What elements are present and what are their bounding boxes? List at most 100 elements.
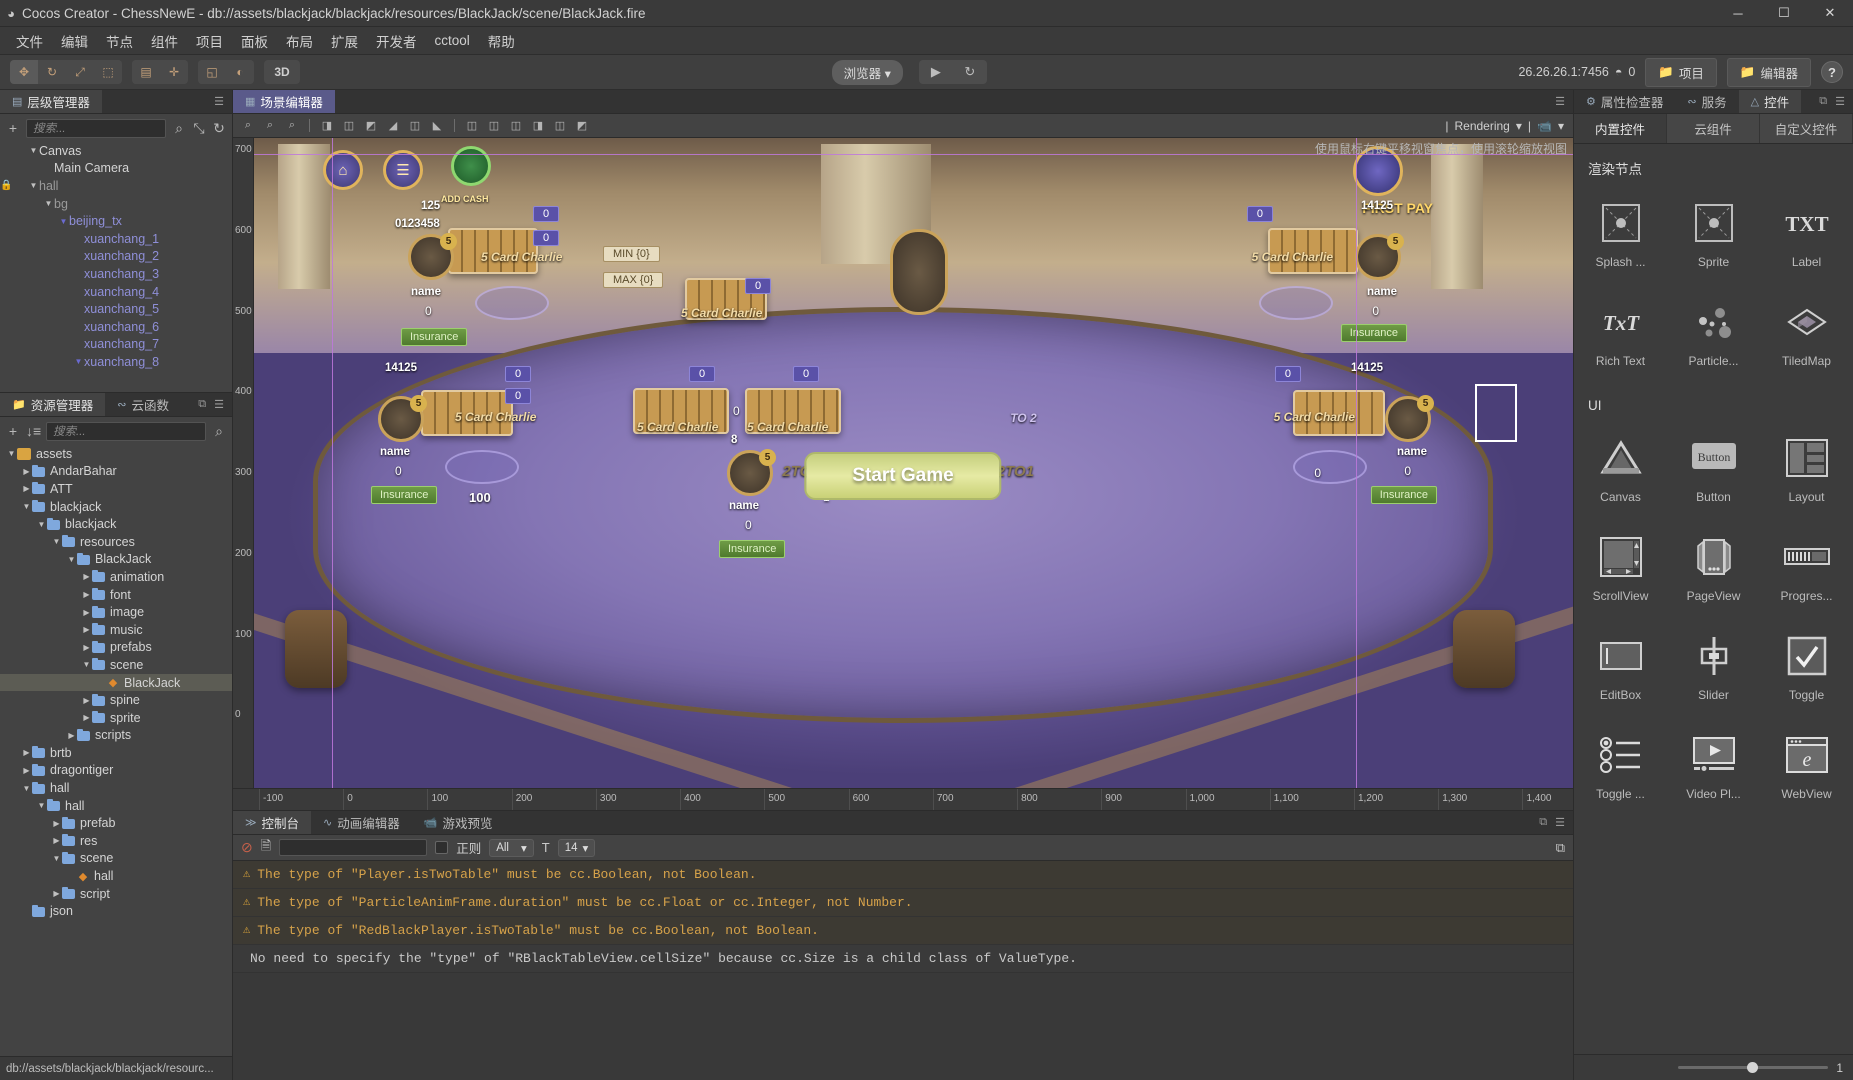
twisty-down-icon[interactable]: ▼ [51, 854, 62, 863]
tab-services[interactable]: ∾ 服务 [1675, 90, 1738, 113]
twisty-right-icon[interactable]: ▶ [81, 696, 92, 705]
widget-item-tiledmap[interactable]: TiledMap [1760, 285, 1853, 384]
widget-item-pageview[interactable]: PageView [1667, 520, 1760, 619]
widget-item-editbox[interactable]: EditBox [1574, 619, 1667, 718]
twisty-right-icon[interactable]: ▶ [81, 590, 92, 599]
assets-panel-menu[interactable]: ⧉ ☰ [190, 393, 232, 416]
twisty-down-icon[interactable]: ▼ [51, 537, 62, 546]
twisty-right-icon[interactable]: ▶ [21, 748, 32, 757]
asset-node-resources[interactable]: ▼resources [0, 533, 232, 551]
asset-node-animation[interactable]: ▶animation [0, 568, 232, 586]
selected-node-outline[interactable] [1475, 384, 1517, 442]
scene-viewport[interactable]: ⌂ ☰ ADD CASH FIRST PAY MIN {0} MAX {0} B… [233, 138, 1573, 810]
zoom-in-icon[interactable]: ⌕ [238, 117, 258, 135]
sync-icon[interactable]: ↻ [212, 120, 226, 137]
twisty-down-icon[interactable]: ▼ [36, 520, 47, 529]
size-wh-icon[interactable]: ◩ [572, 117, 592, 135]
copy-icon[interactable]: ⧉ [198, 398, 206, 411]
maximize-button[interactable]: ☐ [1761, 0, 1807, 27]
rotate-tool-icon[interactable]: ↻ [38, 60, 66, 84]
subtab-builtin-widgets[interactable]: 内置控件 [1574, 114, 1667, 143]
twisty-down-icon[interactable]: ▼ [58, 217, 69, 226]
log-level-select[interactable]: All ▾ [489, 839, 534, 857]
widget-palette[interactable]: 渲染节点Splash ...SpriteTXTLabelTxTRich Text… [1574, 144, 1853, 1054]
bet-spot-upper-right[interactable] [1259, 286, 1333, 320]
menu-project[interactable]: 项目 [187, 28, 232, 54]
twisty-right-icon[interactable]: ▶ [21, 467, 32, 476]
play-button[interactable]: ▶ [919, 60, 953, 84]
twisty-right-icon[interactable]: ▶ [51, 836, 62, 845]
zoom-out-icon[interactable]: ⌕ [260, 117, 280, 135]
widget-item-sprite[interactable]: Sprite [1667, 186, 1760, 285]
tab-assets[interactable]: 📁 资源管理器 [0, 393, 105, 416]
asset-node-att[interactable]: ▶ATT [0, 480, 232, 498]
console-message-row[interactable]: ⚠The type of "ParticleAnimFrame.duration… [233, 889, 1573, 917]
menu-developer[interactable]: 开发者 [367, 28, 426, 54]
menu-extension[interactable]: 扩展 [322, 28, 367, 54]
asset-node-hall[interactable]: ▼hall [0, 779, 232, 797]
hierarchy-node-xuanchang-4[interactable]: xuanchang_4 [0, 283, 232, 301]
asset-node-spine[interactable]: ▶spine [0, 691, 232, 709]
hierarchy-node-xuanchang-5[interactable]: xuanchang_5 [0, 300, 232, 318]
sort-icon[interactable]: ↓≡ [26, 423, 40, 439]
move-tool-icon[interactable]: ✥ [10, 60, 38, 84]
refresh-button[interactable]: ↻ [953, 60, 987, 84]
console-filter-input[interactable] [279, 839, 427, 856]
tab-cloud-functions[interactable]: ∾ 云函数 [105, 393, 181, 416]
tab-animation-editor[interactable]: ∿ 动画编辑器 [311, 811, 412, 834]
camera-icon[interactable]: 📹 [1537, 119, 1552, 133]
menu-help[interactable]: 帮助 [479, 28, 524, 54]
hierarchy-node-xuanchang-2[interactable]: xuanchang_2 [0, 248, 232, 266]
asset-node-sprite[interactable]: ▶sprite [0, 709, 232, 727]
asset-node-blackjack[interactable]: ▼BlackJack [0, 551, 232, 569]
start-game-button[interactable]: Start Game [804, 452, 1001, 500]
console-panel-menu[interactable]: ⧉ ☰ [1531, 811, 1573, 834]
asset-node-hall[interactable]: ▼hall [0, 797, 232, 815]
open-log-file-icon[interactable]: 🗎 [261, 837, 271, 859]
menu-layout[interactable]: 布局 [277, 28, 322, 54]
widget-item-webview[interactable]: eWebView [1760, 718, 1853, 817]
widget-item-splash[interactable]: Splash ... [1574, 186, 1667, 285]
asset-node-scene[interactable]: ▼scene [0, 656, 232, 674]
twisty-down-icon[interactable]: ▼ [28, 181, 39, 190]
copy-icon[interactable]: ⧉ [1539, 816, 1547, 829]
expand-console-icon[interactable]: ⧉ [1556, 840, 1565, 856]
asset-node-image[interactable]: ▶image [0, 603, 232, 621]
tab-scene-editor[interactable]: ▦ 场景编辑器 [233, 90, 335, 113]
widget-item-particle[interactable]: Particle... [1667, 285, 1760, 384]
menu-component[interactable]: 组件 [142, 28, 187, 54]
widget-item-canvas[interactable]: Canvas [1574, 421, 1667, 520]
twisty-down-icon[interactable]: ▼ [66, 555, 77, 564]
chevron-down-icon[interactable]: ▾ [1558, 119, 1564, 133]
add-cash-icon[interactable] [451, 146, 491, 186]
preview-target-dropdown[interactable]: 浏览器 ▾ [832, 60, 903, 85]
asset-node-assets[interactable]: ▼assets [0, 445, 232, 463]
twisty-down-icon[interactable]: ▼ [36, 801, 47, 810]
align-top-icon[interactable]: ◢ [383, 117, 403, 135]
twisty-right-icon[interactable]: ▶ [81, 713, 92, 722]
zoom-slider[interactable] [1678, 1066, 1828, 1069]
twisty-down-icon[interactable]: ▼ [21, 784, 32, 793]
hierarchy-node-hall[interactable]: 🔒▼hall [0, 177, 232, 195]
size-h-icon[interactable]: ◫ [550, 117, 570, 135]
align-left-icon[interactable]: ◨ [317, 117, 337, 135]
toggle-3d-button[interactable]: 3D [264, 60, 300, 84]
widget-item-layout[interactable]: Layout [1760, 421, 1853, 520]
asset-node-brtb[interactable]: ▶brtb [0, 744, 232, 762]
bet-spot-left-lower[interactable] [445, 450, 519, 484]
hierarchy-node-canvas[interactable]: ▼Canvas [0, 142, 232, 160]
pivot-toggle-icon[interactable]: ▤ [132, 60, 160, 84]
align-right-icon[interactable]: ◩ [361, 117, 381, 135]
twisty-right-icon[interactable]: ▶ [21, 484, 32, 493]
console-message-row[interactable]: ⚠The type of "RedBlackPlayer.isTwoTable"… [233, 917, 1573, 945]
widget-item-slider[interactable]: Slider [1667, 619, 1760, 718]
subtab-custom-widgets[interactable]: 自定义控件 [1760, 114, 1853, 143]
copy-icon[interactable]: ⧉ [1819, 95, 1827, 108]
align-middle-icon[interactable]: ◫ [405, 117, 425, 135]
inspector-panel-menu[interactable]: ⧉ ☰ [1811, 90, 1853, 113]
add-asset-button[interactable]: + [6, 423, 20, 439]
menu-node[interactable]: 节点 [97, 28, 142, 54]
twisty-down-icon[interactable]: ▼ [21, 502, 32, 511]
asset-node-prefabs[interactable]: ▶prefabs [0, 639, 232, 657]
tab-widgets[interactable]: △ 控件 [1739, 90, 1801, 113]
